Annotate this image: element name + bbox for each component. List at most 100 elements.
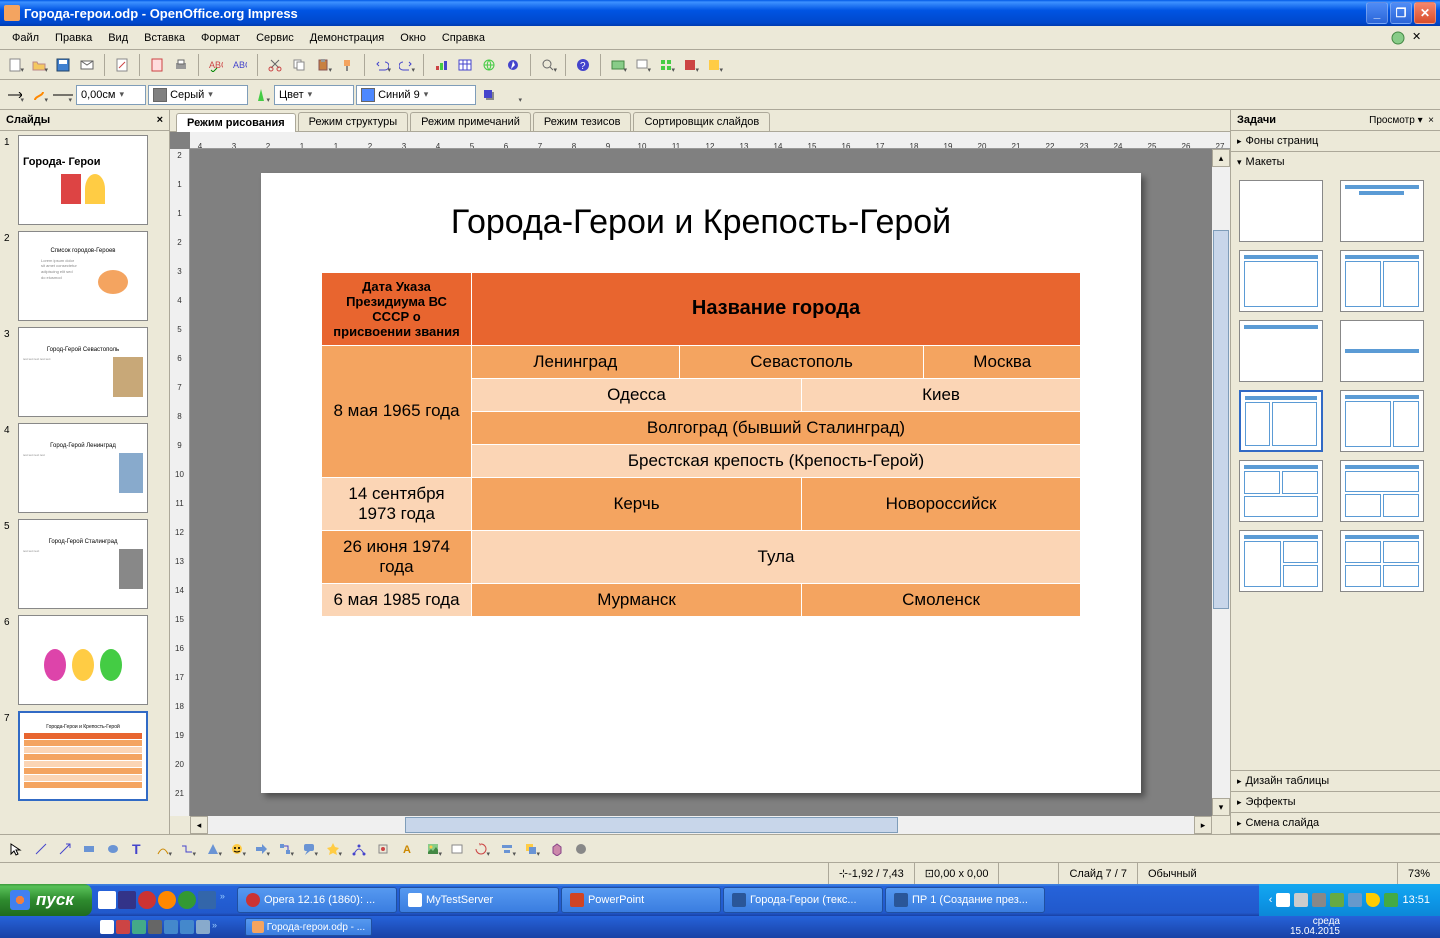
rotate-tool[interactable]	[470, 838, 492, 860]
tray-icon[interactable]	[1312, 893, 1326, 907]
restore-button[interactable]: ❐	[1390, 2, 1412, 24]
ql-icon[interactable]	[98, 891, 116, 909]
taskbar-item-mytest[interactable]: MyTestServer	[399, 887, 559, 913]
taskbar-item-impress[interactable]: Города-герои.odp - ...	[245, 918, 372, 936]
flowchart-tool[interactable]	[274, 838, 296, 860]
layout-blank[interactable]	[1239, 180, 1323, 242]
copy-button[interactable]	[288, 54, 310, 76]
ql-icon[interactable]	[118, 891, 136, 909]
options-icon[interactable]	[703, 54, 725, 76]
layout-title[interactable]	[1340, 180, 1424, 242]
ql-icon[interactable]	[138, 891, 156, 909]
hyperlink-button[interactable]	[478, 54, 500, 76]
from-file-tool[interactable]	[422, 838, 444, 860]
tab-drawing[interactable]: Режим рисования	[176, 113, 296, 132]
section-transition[interactable]: Смена слайда	[1231, 813, 1440, 833]
tray-icon[interactable]	[1348, 893, 1362, 907]
slide-button[interactable]	[631, 54, 653, 76]
spellcheck-button[interactable]: ABC	[205, 54, 227, 76]
section-backgrounds[interactable]: Фоны страниц	[1231, 131, 1440, 151]
cut-button[interactable]	[264, 54, 286, 76]
layout-header[interactable]	[1239, 320, 1323, 382]
fill-type-combo[interactable]: Цвет▾	[274, 85, 354, 105]
status-zoom[interactable]: 73%	[1398, 863, 1440, 884]
menu-tools[interactable]: Сервис	[248, 30, 302, 46]
arrange-tool[interactable]	[520, 838, 542, 860]
tab-outline[interactable]: Режим структуры	[298, 112, 409, 131]
menu-edit[interactable]: Правка	[47, 30, 100, 46]
menu-file[interactable]: Файл	[4, 30, 47, 46]
tray-icon[interactable]	[1294, 893, 1308, 907]
save-button[interactable]	[52, 54, 74, 76]
ellipse-tool[interactable]	[102, 838, 124, 860]
section-effects[interactable]: Эффекты	[1231, 792, 1440, 812]
slide-thumb-2[interactable]: Список городов-Героев Lorem ipsum dolors…	[18, 231, 148, 321]
fontwork-tool[interactable]: A	[398, 838, 420, 860]
print-button[interactable]	[170, 54, 192, 76]
fill-color-combo[interactable]: Синий 9▾	[356, 85, 476, 105]
layout-content-title[interactable]	[1340, 390, 1424, 452]
format-paintbrush-button[interactable]	[336, 54, 358, 76]
menu-slideshow[interactable]: Демонстрация	[302, 30, 393, 46]
slide-title[interactable]: Города-Герои и Крепость-Герой	[301, 203, 1101, 242]
menu-view[interactable]: Вид	[100, 30, 136, 46]
email-button[interactable]	[76, 54, 98, 76]
section-table-design[interactable]: Дизайн таблицы	[1231, 771, 1440, 791]
menu-window[interactable]: Окно	[392, 30, 434, 46]
gallery-tool[interactable]	[446, 838, 468, 860]
align-tool[interactable]	[496, 838, 518, 860]
help-button[interactable]: ?	[572, 54, 594, 76]
update-icon[interactable]	[1390, 30, 1406, 46]
slide-thumb-6[interactable]	[18, 615, 148, 705]
more-button[interactable]	[502, 84, 524, 106]
layout-1over2[interactable]	[1340, 460, 1424, 522]
shadow-button[interactable]	[478, 84, 500, 106]
curve-tool[interactable]	[152, 838, 174, 860]
panel-close-icon[interactable]: ×	[157, 114, 163, 126]
tray-icon[interactable]	[1384, 893, 1398, 907]
block-arrows-tool[interactable]	[250, 838, 272, 860]
extrusion-tool[interactable]	[546, 838, 568, 860]
ql-icon[interactable]	[164, 920, 178, 934]
ql-icon[interactable]	[178, 891, 196, 909]
redo-button[interactable]	[395, 54, 417, 76]
line-style-button[interactable]	[52, 84, 74, 106]
minimize-button[interactable]: _	[1366, 2, 1388, 24]
stars-tool[interactable]	[322, 838, 344, 860]
chart-button[interactable]	[430, 54, 452, 76]
edit-button[interactable]	[111, 54, 133, 76]
layout-4content[interactable]	[1340, 530, 1424, 592]
ql-icon[interactable]	[148, 920, 162, 934]
layout-title-content[interactable]	[1239, 250, 1323, 312]
export-pdf-button[interactable]	[146, 54, 168, 76]
select-tool[interactable]	[4, 838, 26, 860]
tab-handout[interactable]: Режим тезисов	[533, 112, 632, 131]
tasks-view-link[interactable]: Просмотр ▾ ×	[1369, 115, 1434, 126]
layout-title-2content[interactable]	[1239, 390, 1323, 452]
taskbar-item-word2[interactable]: ПР 1 (Создание през...	[885, 887, 1045, 913]
menu-insert[interactable]: Вставка	[136, 30, 193, 46]
ql-icon[interactable]	[180, 920, 194, 934]
slide-thumb-4[interactable]: Город-Герой Ленинград text text text tex…	[18, 423, 148, 513]
scrollbar-vertical[interactable]: ▴ ▾	[1212, 149, 1230, 816]
tray-clock[interactable]: 13:51	[1402, 894, 1430, 906]
hero-table[interactable]: Дата Указа Президиума ВС СССР о присвоен…	[321, 272, 1081, 617]
text-tool[interactable]: T	[126, 838, 148, 860]
gallery-button[interactable]	[607, 54, 629, 76]
tab-sorter[interactable]: Сортировщик слайдов	[633, 112, 770, 131]
line-tool[interactable]	[30, 838, 52, 860]
ql-icon[interactable]	[116, 920, 130, 934]
glue-tool[interactable]	[372, 838, 394, 860]
scrollbar-horizontal[interactable]: ◂ ▸	[170, 816, 1230, 834]
taskbar-item-word1[interactable]: Города-Герои (текс...	[723, 887, 883, 913]
taskbar-item-opera[interactable]: Opera 12.16 (1860): ...	[237, 887, 397, 913]
section-layouts[interactable]: Макеты	[1231, 152, 1440, 172]
basic-shapes-tool[interactable]	[202, 838, 224, 860]
start-button[interactable]: пуск	[0, 884, 92, 916]
layout-centered[interactable]	[1340, 320, 1424, 382]
slide-thumb-1[interactable]: Города- Герои	[18, 135, 148, 225]
menu-format[interactable]: Формат	[193, 30, 248, 46]
zoom-button[interactable]	[537, 54, 559, 76]
arrow-style-button[interactable]	[4, 84, 26, 106]
color-button[interactable]	[679, 54, 701, 76]
